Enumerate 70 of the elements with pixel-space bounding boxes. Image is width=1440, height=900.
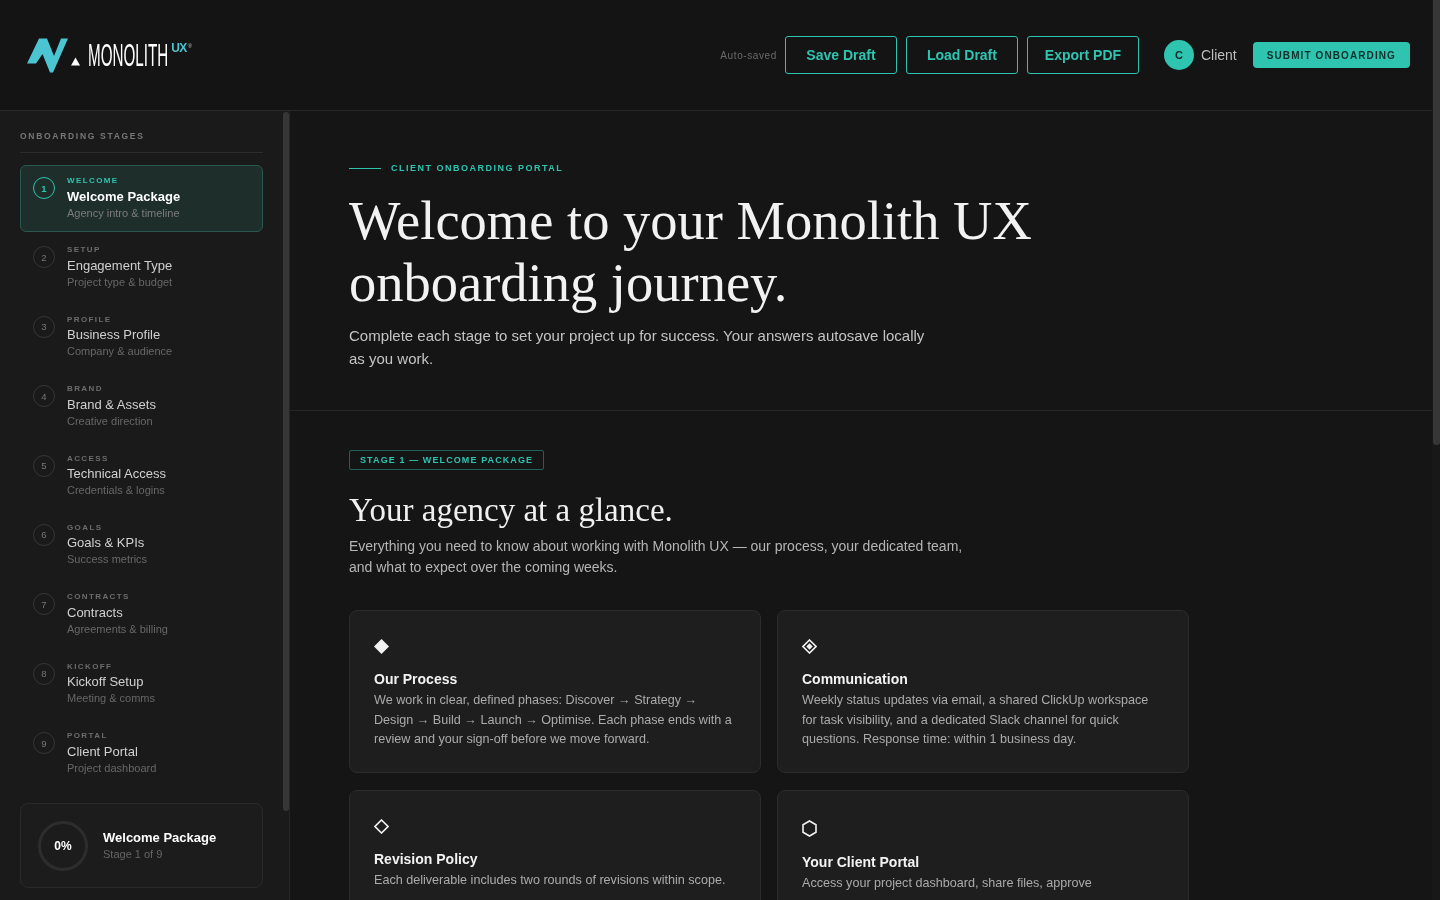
save-draft-button[interactable]: Save Draft bbox=[784, 36, 897, 74]
progress-percent: 0% bbox=[54, 838, 72, 853]
stage-item[interactable]: 2 SETUP Engagement Type Project type & budget bbox=[20, 234, 263, 302]
stage-title: Kickoff Setup bbox=[67, 673, 144, 691]
save-status: Auto-saved bbox=[720, 49, 777, 61]
stage-subtitle: Credentials & logins bbox=[67, 483, 165, 499]
stage-subtitle: Success metrics bbox=[67, 552, 148, 568]
stage-tag: BRAND bbox=[67, 384, 103, 395]
stage-subtitle: Agreements & billing bbox=[67, 621, 168, 637]
logo-wordmark: MONOLITH bbox=[88, 43, 169, 68]
hexagon-icon bbox=[802, 819, 817, 837]
stage-tag: CONTRACTS bbox=[67, 592, 130, 603]
nested-diamond-icon bbox=[802, 639, 817, 654]
stage-tag: ACCESS bbox=[67, 453, 109, 464]
card-title: Revision Policy bbox=[374, 849, 479, 868]
stage-title: Goals & KPIs bbox=[67, 534, 145, 552]
stage-tag: WELCOME bbox=[67, 176, 119, 186]
user-name: Client bbox=[1200, 47, 1237, 63]
logo-mark-icon bbox=[27, 37, 80, 73]
scrollbar-thumb[interactable] bbox=[283, 112, 289, 811]
diamond-outline-icon bbox=[374, 818, 389, 834]
stage-tag: SETUP bbox=[67, 245, 101, 256]
stage-item[interactable]: 8 KICKOFF Kickoff Setup Meeting & comms bbox=[20, 650, 263, 718]
hero-subtitle: Complete each stage to set your project up for success. Your answers autosave locally as you work. bbox=[349, 326, 926, 369]
stage-title: Business Profile bbox=[67, 326, 161, 344]
stage-item[interactable]: 9 PORTAL Client Portal Project dashboard bbox=[20, 720, 263, 788]
stage-title: Welcome Package bbox=[67, 187, 181, 205]
stage-subtitle: Company & audience bbox=[67, 344, 173, 360]
eyebrow-label: CLIENT ONBOARDING PORTAL bbox=[391, 162, 564, 174]
hero-title: Welcome to your Monolith UX onboarding journey. bbox=[349, 190, 1033, 314]
stage-item[interactable]: 3 PROFILE Business Profile Company & audience bbox=[20, 303, 263, 371]
section-intro: Everything you need to know about working with Monolith UX — our process, your dedicated team, and what to expect over the coming weeks. bbox=[349, 537, 964, 577]
stage-subtitle: Project type & budget bbox=[67, 274, 173, 290]
stage-subtitle: Project dashboard bbox=[67, 760, 157, 776]
avatar: C bbox=[1163, 40, 1194, 70]
stage-title: Brand & Assets bbox=[67, 395, 156, 413]
export-pdf-button[interactable]: Export PDF bbox=[1026, 36, 1139, 74]
card-title: Our Process bbox=[374, 670, 459, 688]
card-body: Each deliverable includes two rounds of revisions within scope. bbox=[374, 871, 727, 889]
stage-item[interactable]: 6 GOALS Goals & KPIs Success metrics bbox=[20, 511, 263, 579]
card-body: Weekly status updates via email, a shared ClickUp workspace for task visibility, and a dedicated Slack channel for quick questions. Response time: within 1 business day. bbox=[802, 692, 1150, 748]
stage-item[interactable]: 7 CONTRACTS Contracts Agreements & billing bbox=[20, 581, 263, 649]
stage-title: Client Portal bbox=[67, 742, 138, 760]
submit-button[interactable]: SUBMIT ONBOARDING bbox=[1252, 42, 1410, 68]
stage-item[interactable]: 4 BRAND Brand & Assets Creative direction bbox=[20, 373, 263, 441]
stage-title: Technical Access bbox=[67, 465, 166, 483]
diamond-icon bbox=[374, 639, 389, 654]
card-title: Communication bbox=[802, 670, 909, 688]
section-title: Your agency at a glance. bbox=[349, 491, 674, 530]
stage-tag: GOALS bbox=[67, 522, 103, 533]
card-body: We work in clear, defined phases: Discover → Strategy → Design → Build → Launch → Optimise. Each phase ends with a review and your sign-off before we move forward. bbox=[374, 692, 733, 748]
card-body: Access your project dashboard, share files, approve bbox=[802, 874, 1093, 892]
stage-tag: PROFILE bbox=[67, 314, 112, 325]
stage-title: Engagement Type bbox=[67, 256, 173, 274]
progress-title: Welcome Package bbox=[103, 829, 217, 847]
stage-tag: PORTAL bbox=[67, 731, 108, 742]
load-draft-button[interactable]: Load Draft bbox=[905, 36, 1018, 74]
progress-subtitle: Stage 1 of 9 bbox=[103, 847, 163, 863]
stage-subtitle: Creative direction bbox=[67, 413, 153, 429]
logo-suffix: UX bbox=[171, 42, 187, 54]
stage-item[interactable]: 1 WELCOME Welcome Package Agency intro & timeline bbox=[20, 165, 263, 232]
sidebar-heading: ONBOARDING STAGES bbox=[20, 131, 263, 153]
stage-title: Contracts bbox=[67, 603, 123, 621]
stage-tag: KICKOFF bbox=[67, 661, 113, 672]
stage-subtitle: Meeting & comms bbox=[67, 691, 156, 707]
scrollbar-thumb[interactable] bbox=[1433, 0, 1440, 445]
stage-item[interactable]: 5 ACCESS Technical Access Credentials & logins bbox=[20, 442, 263, 510]
stage-subtitle: Agency intro & timeline bbox=[67, 205, 180, 221]
card-title: Your Client Portal bbox=[802, 852, 921, 871]
stage-badge: STAGE 1 — WELCOME PACKAGE bbox=[349, 450, 545, 470]
